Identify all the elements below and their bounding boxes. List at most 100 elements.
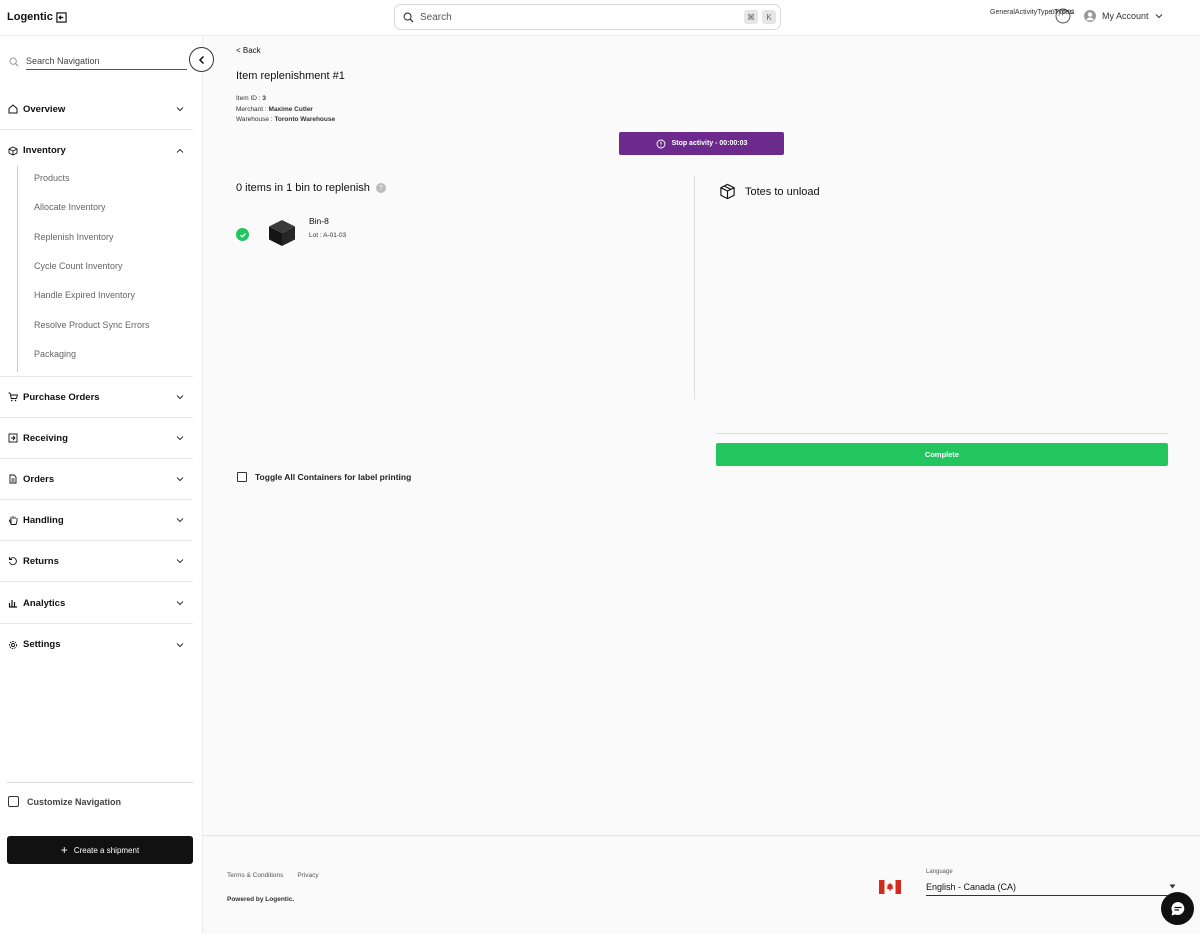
- check-circle-icon: [236, 228, 249, 241]
- subnav-item-allocate-inventory[interactable]: Allocate Inventory: [34, 202, 106, 212]
- stop-activity-button[interactable]: Stop activity - 00:00:03: [619, 132, 784, 155]
- language-value: English - Canada (CA): [926, 881, 1017, 892]
- nav-section-receiving[interactable]: Receiving: [0, 418, 193, 459]
- logo-text: Logentic: [7, 11, 53, 23]
- back-link[interactable]: < Back: [236, 46, 261, 55]
- cart-icon: [8, 392, 18, 402]
- caret-down-icon: [1169, 884, 1176, 889]
- customize-navigation-label: Customize Navigation: [27, 796, 122, 807]
- chevron-down-icon: [176, 518, 184, 523]
- terms-link[interactable]: Terms & Conditions: [227, 872, 283, 879]
- nav-section-label: Analytics: [23, 597, 66, 609]
- chevron-down-icon: [176, 436, 184, 441]
- shortcut-cmd-key: ⌘: [744, 10, 758, 24]
- language-label: Language: [926, 869, 953, 875]
- divider: [716, 433, 1168, 434]
- package-icon: [720, 183, 735, 200]
- merchant-row: Merchant : Maxime Cutler: [236, 106, 313, 113]
- gear-icon: [9, 640, 17, 649]
- subnav-item-packaging[interactable]: Packaging: [34, 349, 76, 359]
- nav-section-purchase-orders[interactable]: Purchase Orders: [0, 377, 193, 418]
- account-label: My Account: [1102, 11, 1149, 21]
- main-content: < Back Item replenishment #1 Item ID : 3…: [203, 36, 1200, 835]
- nav-section-handling[interactable]: Handling: [0, 500, 193, 541]
- nav-section-settings[interactable]: Settings: [0, 624, 193, 665]
- home-icon: [8, 104, 18, 114]
- inventory-subnav: Products Allocate Inventory Replenish In…: [17, 166, 193, 372]
- help-icon[interactable]: ?: [375, 183, 386, 193]
- subnav-item-replenish-inventory[interactable]: Replenish Inventory: [34, 232, 114, 242]
- chat-icon: [1171, 901, 1184, 915]
- logout-icon: [56, 11, 67, 23]
- create-shipment-button[interactable]: + Create a shipment: [7, 836, 193, 864]
- customize-navigation-checkbox[interactable]: [8, 796, 19, 807]
- top-bar: Logentic Search ⌘ K GeneralActivityType.…: [0, 0, 1200, 36]
- warehouse-value: Toronto Warehouse: [274, 116, 336, 123]
- bin-name[interactable]: Bin-8: [309, 216, 329, 226]
- account-menu[interactable]: My Account: [1084, 10, 1163, 22]
- chevron-down-icon: [176, 642, 184, 647]
- subnav-item-handle-expired-inventory[interactable]: Handle Expired Inventory: [34, 290, 135, 300]
- subnav-item-cycle-count-inventory[interactable]: Cycle Count Inventory: [34, 261, 123, 271]
- avatar-icon: [1084, 10, 1096, 22]
- totes-title: Totes to unload: [745, 185, 820, 198]
- nav-section-overview[interactable]: Overview: [0, 89, 193, 130]
- totes-heading: Totes to unload: [719, 183, 820, 200]
- nav-section-inventory[interactable]: Inventory: [0, 130, 193, 171]
- merchant-value: Maxime Cutler: [268, 106, 313, 113]
- box-icon: [8, 145, 18, 156]
- create-shipment-label: Create a shipment: [73, 845, 140, 855]
- nav-section-label: Inventory: [23, 145, 66, 156]
- chevron-down-icon: [176, 559, 184, 564]
- hand-icon: [8, 516, 18, 525]
- page-title: Item replenishment #1: [236, 70, 345, 82]
- nav-search: [9, 53, 189, 70]
- customize-navigation[interactable]: Customize Navigation: [8, 796, 121, 807]
- subnav-item-products[interactable]: Products: [34, 173, 70, 183]
- panel-divider: [694, 176, 695, 399]
- nav-search-input[interactable]: [26, 53, 187, 70]
- return-icon: [9, 557, 17, 566]
- chevron-down-icon: [176, 601, 184, 606]
- timer-value: 00:00:03: [1051, 10, 1075, 16]
- nav-section-orders[interactable]: Orders: [0, 459, 193, 500]
- toggle-containers-checkbox[interactable]: [237, 472, 247, 482]
- nav-section-returns[interactable]: Returns: [0, 541, 193, 582]
- bin-cube-icon: [269, 220, 295, 246]
- search-icon: [9, 57, 19, 67]
- nav-section-label: Returns: [23, 555, 59, 567]
- global-search[interactable]: Search ⌘ K: [394, 4, 781, 30]
- bin-lot: Lot : A-01-03: [309, 232, 347, 239]
- logo[interactable]: Logentic: [7, 11, 67, 23]
- merchant-label: Merchant :: [236, 106, 267, 113]
- toggle-containers-label: Toggle All Containers for label printing: [255, 472, 412, 482]
- collapse-sidebar-button[interactable]: [189, 47, 214, 72]
- chevron-left-icon: [198, 55, 204, 64]
- nav-section-analytics[interactable]: Analytics: [0, 583, 193, 624]
- nav-section-label: Receiving: [23, 432, 68, 444]
- plus-icon: +: [60, 843, 68, 857]
- nav-section-label: Settings: [23, 639, 61, 650]
- chevron-down-icon: [176, 477, 184, 482]
- language-select[interactable]: English - Canada (CA): [926, 878, 1176, 896]
- warehouse-row: Warehouse : Toronto Warehouse: [236, 116, 335, 123]
- receive-icon: [8, 433, 18, 443]
- nav-section-label: Orders: [23, 473, 55, 485]
- stop-activity-label: Stop activity - 00:00:03: [671, 140, 748, 147]
- canada-flag-icon: [879, 880, 901, 894]
- complete-button[interactable]: Complete: [716, 443, 1168, 466]
- chevron-up-icon: [176, 148, 184, 153]
- chevron-down-icon: [1155, 14, 1162, 19]
- subnav-item-resolve-product-sync-errors[interactable]: Resolve Product Sync Errors: [34, 320, 150, 330]
- privacy-link[interactable]: Privacy: [297, 872, 318, 879]
- item-id-label: Item ID :: [236, 95, 261, 102]
- item-id-row: Item ID : 3: [236, 95, 266, 102]
- nav-section-label: Purchase Orders: [23, 391, 100, 403]
- alert-icon: [656, 139, 666, 148]
- activity-type-label: GeneralActivityType.Types.: [990, 9, 1075, 16]
- search-placeholder: Search: [420, 11, 452, 23]
- toggle-containers[interactable]: Toggle All Containers for label printing: [237, 472, 411, 482]
- chat-button[interactable]: [1161, 892, 1194, 925]
- activity-timer[interactable]: 00:00:03: [1051, 8, 1075, 24]
- sidebar: Overview Inventory Products Allocate Inv…: [0, 36, 214, 934]
